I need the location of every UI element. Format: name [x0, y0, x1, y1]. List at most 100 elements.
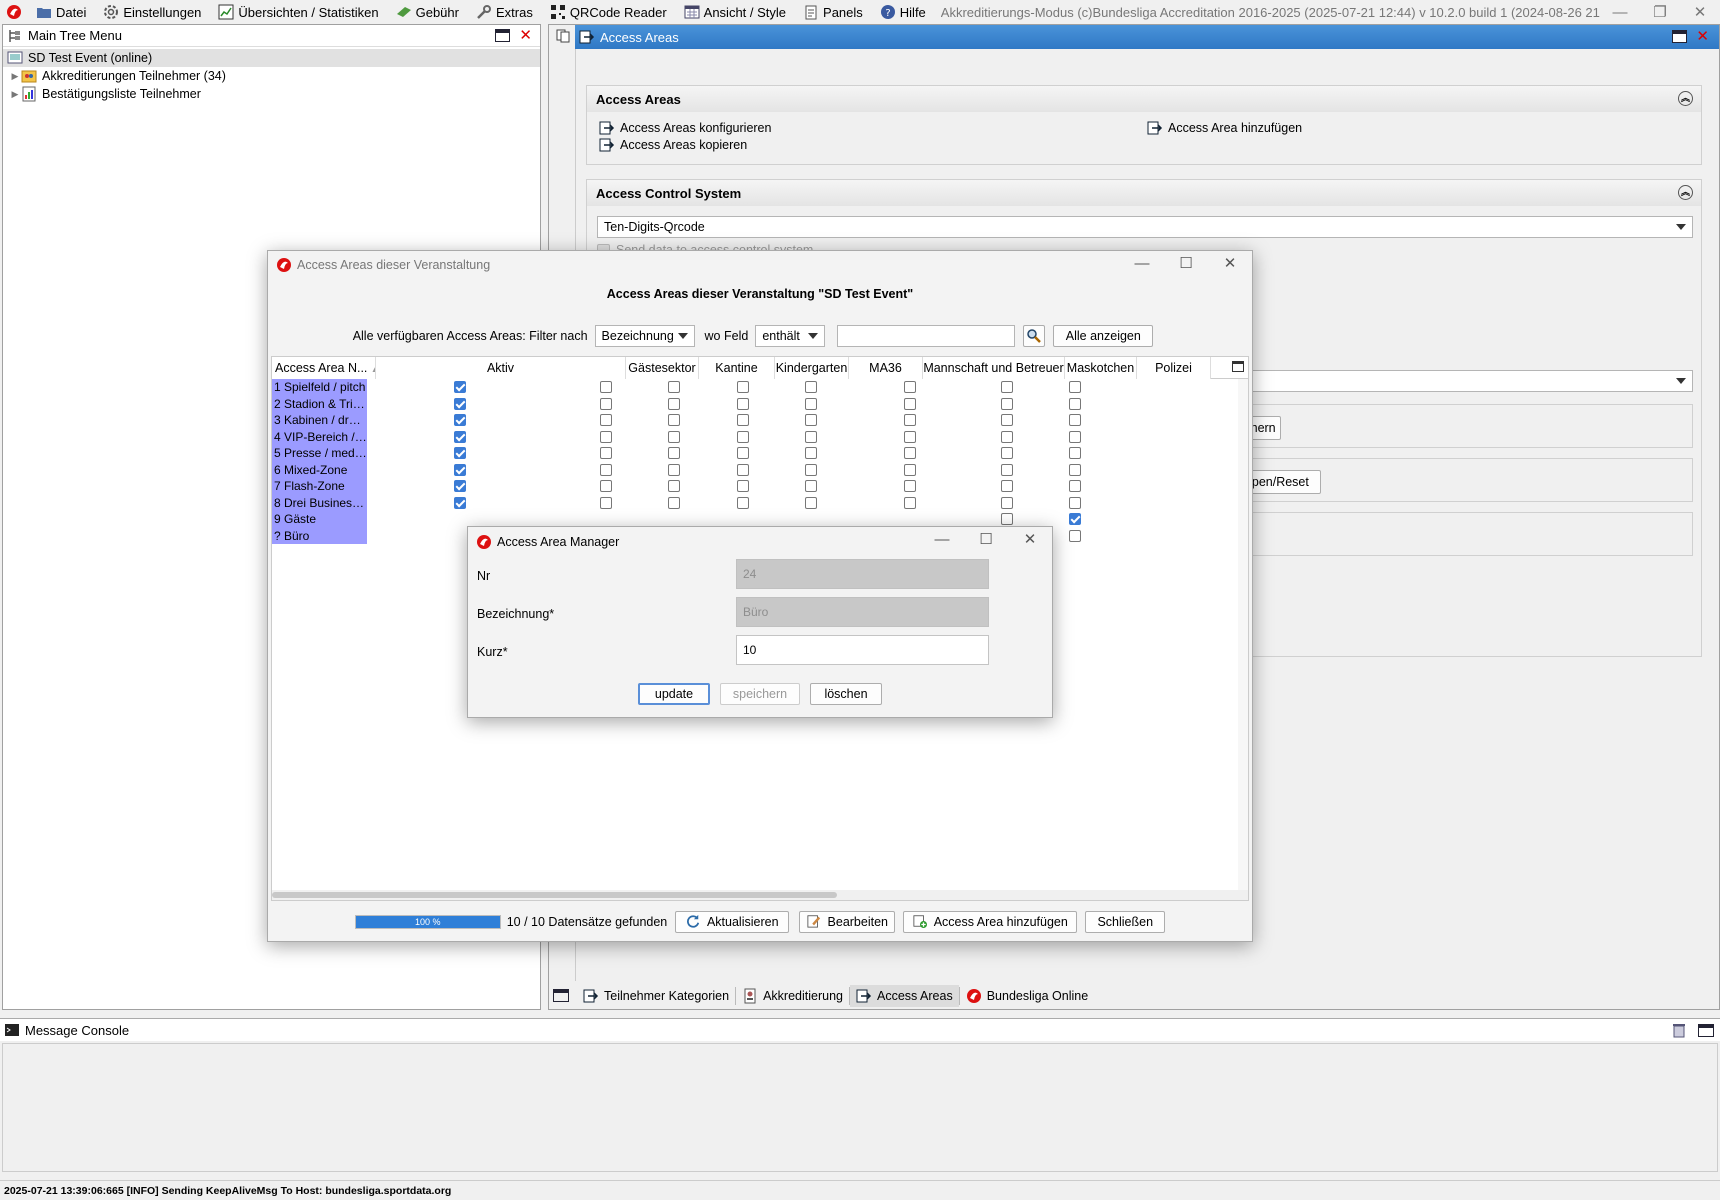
- row-checkbox[interactable]: [904, 430, 916, 443]
- row-checkbox[interactable]: [805, 463, 817, 476]
- horizontal-scrollbar[interactable]: [272, 890, 1248, 900]
- row-checkbox[interactable]: [668, 430, 680, 443]
- maximize-dialog-button[interactable]: ☐: [964, 527, 1008, 555]
- area-name-cell[interactable]: 9 Gäste: [272, 511, 367, 528]
- row-checkbox[interactable]: [1069, 529, 1081, 542]
- row-checkbox[interactable]: [1069, 480, 1081, 492]
- close-panel-icon[interactable]: ✕: [1696, 27, 1709, 45]
- menu-uebersichten[interactable]: Übersichten / Statistiken: [210, 0, 387, 24]
- area-name-cell[interactable]: 6 Mixed-Zone: [272, 461, 367, 478]
- row-checkbox[interactable]: [737, 480, 749, 492]
- area-name-cell[interactable]: ? Büro: [272, 527, 367, 544]
- row-checkbox[interactable]: [1001, 463, 1013, 476]
- row-checkbox[interactable]: [1069, 381, 1081, 393]
- table-row[interactable]: 2 Stadion & Tribü...: [272, 395, 1248, 412]
- table-row[interactable]: 6 Mixed-Zone: [272, 461, 1248, 478]
- bearbeiten-button[interactable]: Bearbeiten: [799, 911, 896, 933]
- row-checkbox[interactable]: [668, 447, 680, 459]
- menu-datei[interactable]: Datei: [28, 0, 95, 24]
- row-checkbox[interactable]: [1069, 496, 1081, 509]
- row-checkbox[interactable]: [737, 397, 749, 410]
- vertical-scrollbar[interactable]: [1238, 379, 1248, 890]
- bezeichnung-field[interactable]: Büro: [736, 597, 989, 627]
- minimize-dialog-button[interactable]: —: [920, 527, 964, 555]
- table-row[interactable]: 5 Presse / media t...: [272, 445, 1248, 462]
- area-name-cell[interactable]: 2 Stadion & Tribü...: [272, 395, 367, 412]
- area-name-cell[interactable]: 3 Kabinen / dressi...: [272, 412, 367, 429]
- col-header-kantine[interactable]: Kantine: [699, 357, 775, 379]
- table-row[interactable]: 8 Drei Business L...: [272, 494, 1248, 511]
- row-checkbox[interactable]: [1001, 480, 1013, 492]
- row-checkbox[interactable]: [1001, 430, 1013, 443]
- row-checkbox[interactable]: [805, 397, 817, 410]
- row-checkbox[interactable]: [904, 397, 916, 410]
- row-checkbox[interactable]: [600, 447, 612, 459]
- minimize-window-button[interactable]: —: [1600, 4, 1640, 21]
- row-checkbox[interactable]: [1069, 414, 1081, 426]
- show-all-button[interactable]: Alle anzeigen: [1053, 325, 1154, 347]
- maximize-panel-icon[interactable]: [1672, 30, 1687, 43]
- filter-field-select[interactable]: Bezeichnung: [594, 325, 695, 347]
- row-checkbox[interactable]: [454, 447, 466, 459]
- maximize-panel-icon[interactable]: [495, 29, 510, 42]
- row-checkbox[interactable]: [600, 397, 612, 410]
- close-dialog-button[interactable]: ✕: [1008, 527, 1052, 555]
- row-checkbox[interactable]: [805, 447, 817, 459]
- tab-bundesliga-online[interactable]: Bundesliga Online: [960, 985, 1094, 1007]
- copy-access-areas-link[interactable]: Access Areas kopieren: [599, 137, 747, 153]
- row-checkbox[interactable]: [454, 480, 466, 492]
- menu-extras[interactable]: Extras: [468, 0, 542, 24]
- table-row[interactable]: 4 VIP-Bereich / VI...: [272, 428, 1248, 445]
- area-name-cell[interactable]: 5 Presse / media t...: [272, 445, 367, 462]
- row-checkbox[interactable]: [668, 496, 680, 509]
- row-checkbox[interactable]: [668, 480, 680, 492]
- row-checkbox[interactable]: [1001, 381, 1013, 393]
- col-header-maskotchen[interactable]: Maskotchen: [1065, 357, 1137, 379]
- tab-teilnehmer-kategorien[interactable]: Teilnehmer Kategorien: [577, 985, 735, 1007]
- row-checkbox[interactable]: [737, 463, 749, 476]
- row-checkbox[interactable]: [1001, 513, 1013, 525]
- row-checkbox[interactable]: [904, 480, 916, 492]
- loeschen-button[interactable]: löschen: [810, 683, 882, 705]
- col-header-name[interactable]: Access Area N... ▲: [272, 357, 376, 379]
- nr-field[interactable]: 24: [736, 559, 989, 589]
- tab-access-areas[interactable]: Access Areas: [849, 984, 959, 1007]
- scrollbar-thumb[interactable]: [272, 892, 837, 898]
- row-checkbox[interactable]: [737, 430, 749, 443]
- row-checkbox[interactable]: [904, 414, 916, 426]
- maximize-panel-icon[interactable]: [1698, 1024, 1714, 1037]
- add-access-area-button[interactable]: Access Area hinzufügen: [903, 911, 1078, 933]
- row-checkbox[interactable]: [904, 447, 916, 459]
- area-name-cell[interactable]: 8 Drei Business L...: [272, 494, 367, 511]
- row-checkbox[interactable]: [600, 430, 612, 443]
- close-panel-icon[interactable]: ✕: [519, 26, 532, 44]
- menu-ansicht-style[interactable]: Ansicht / Style: [676, 0, 795, 24]
- row-checkbox[interactable]: [668, 414, 680, 426]
- row-checkbox[interactable]: [1069, 430, 1081, 443]
- access-control-system-select[interactable]: Ten-Digits-Qrcode: [597, 216, 1693, 238]
- expand-icon[interactable]: ▶: [9, 89, 21, 100]
- row-checkbox[interactable]: [454, 463, 466, 476]
- area-name-cell[interactable]: 4 VIP-Bereich / VI...: [272, 428, 367, 445]
- row-checkbox[interactable]: [454, 496, 466, 509]
- row-checkbox[interactable]: [1001, 496, 1013, 509]
- row-checkbox[interactable]: [805, 430, 817, 443]
- col-header-aktiv[interactable]: Aktiv: [376, 357, 626, 379]
- col-header-ma36[interactable]: MA36: [849, 357, 923, 379]
- row-checkbox[interactable]: [1069, 463, 1081, 476]
- row-checkbox[interactable]: [1069, 447, 1081, 459]
- row-checkbox[interactable]: [737, 381, 749, 393]
- collapse-icon[interactable]: ︽: [1678, 185, 1693, 200]
- col-header-kindergarten[interactable]: Kindergarten: [775, 357, 849, 379]
- expand-icon[interactable]: ▶: [9, 71, 21, 82]
- row-checkbox[interactable]: [454, 397, 466, 410]
- row-checkbox[interactable]: [1001, 414, 1013, 426]
- table-row[interactable]: 1 Spielfeld / pitch: [272, 379, 1248, 396]
- tab-akkreditierung[interactable]: Akkreditierung: [736, 985, 849, 1007]
- filter-operator-select[interactable]: enthält: [755, 325, 826, 347]
- col-header-polizei[interactable]: Polizei: [1137, 357, 1211, 379]
- row-checkbox[interactable]: [668, 381, 680, 393]
- configure-access-areas-link[interactable]: Access Areas konfigurieren: [599, 120, 771, 136]
- row-checkbox[interactable]: [600, 463, 612, 476]
- row-checkbox[interactable]: [737, 414, 749, 426]
